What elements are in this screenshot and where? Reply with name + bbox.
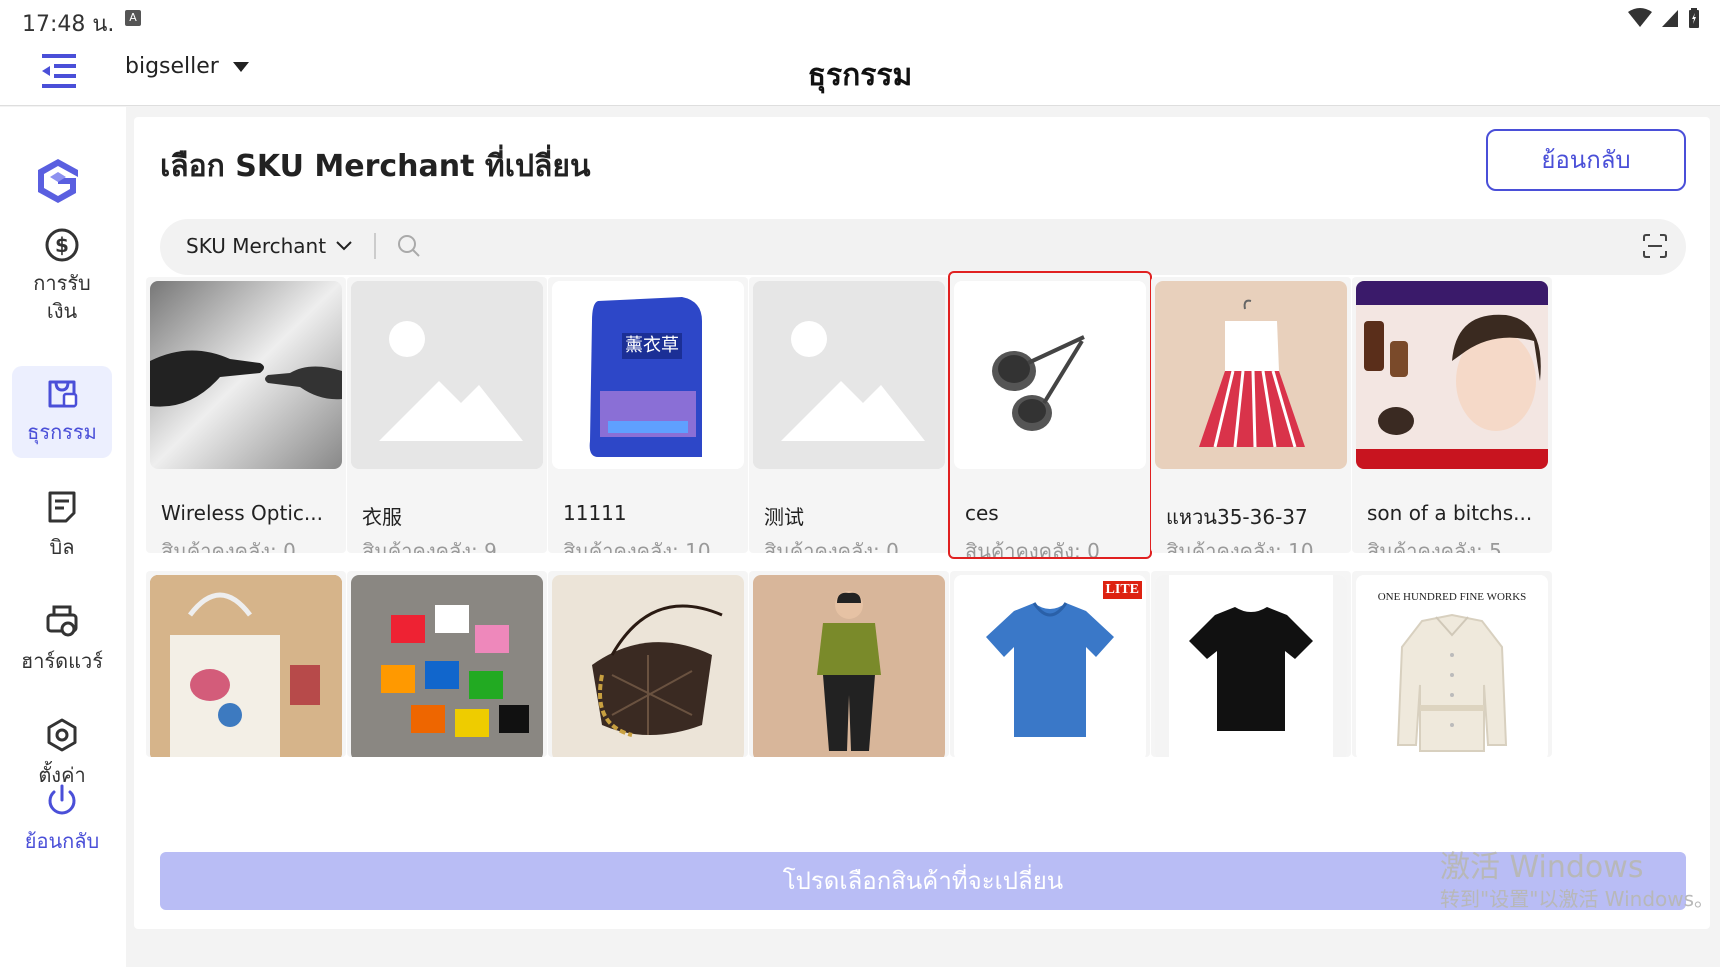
product-image-pans <box>954 281 1146 469</box>
sidebar-item-hardware[interactable]: ฮาร์ดแวร์ <box>12 603 112 689</box>
product-image-detergent: 薰衣草 <box>552 281 744 469</box>
product-stock: สินค้าคงคลัง: 5 <box>1367 539 1502 553</box>
product-card[interactable]: แหวน35-36-37 สินค้าคงคลัง: 10 <box>1151 277 1351 553</box>
sidebar-item-bills[interactable]: บิล <box>12 489 112 575</box>
product-image-tote-bag <box>150 575 342 757</box>
svg-text:$: $ <box>55 233 69 257</box>
product-card-highlighted[interactable]: ces สินค้าคงคลัง: 0 <box>948 271 1152 559</box>
main-card: เลือก SKU Merchant ที่เปลี่ยน ย้อนกลับ S… <box>134 117 1710 929</box>
product-image-cosmetics <box>1356 281 1548 469</box>
product-card[interactable] <box>749 571 949 757</box>
printer-icon <box>46 605 78 637</box>
filter-dropdown[interactable]: SKU Merchant <box>186 234 352 258</box>
product-image-dress <box>1155 281 1347 469</box>
sidebar-item-transactions[interactable]: ธุรกรรม <box>12 366 112 458</box>
product-card[interactable]: 测试 สินค้าคงคลัง: 0 <box>749 277 949 553</box>
product-image-mini-bags <box>351 575 543 757</box>
search-input[interactable] <box>430 231 1610 263</box>
watermark-subtitle: 转到"设置"以激活 Windows。 <box>1440 887 1715 911</box>
product-card[interactable]: ONE HUNDRED FINE WORKS <box>1352 571 1552 757</box>
product-image-blue-tshirt <box>954 575 1146 757</box>
shopping-bag-icon <box>48 380 78 408</box>
product-card[interactable]: 薰衣草 11111 สินค้าคงคลัง: 10 <box>548 277 748 553</box>
product-card[interactable]: Wireless Optic... สินค้าคงคลัง: 0 <box>146 277 346 553</box>
svg-text:薰衣草: 薰衣草 <box>625 335 679 356</box>
product-card[interactable]: 衣服 สินค้าคงคลัง: 9 <box>347 277 547 553</box>
image-placeholder-icon <box>351 281 543 469</box>
sidebar-item-label: การรับ เงิน <box>33 271 91 323</box>
sidebar: $ การรับ เงิน ธุรกรรม บิล ฮาร์ดแวร์ ตั้ง… <box>0 107 126 967</box>
dollar-circle-icon: $ <box>45 228 79 262</box>
product-name: 衣服 <box>362 505 402 529</box>
sidebar-item-back[interactable]: ย้อนกลับ <box>12 783 112 863</box>
sim-indicator-icon: A <box>125 10 141 26</box>
sidebar-item-settings[interactable]: ตั้งค่า <box>12 717 112 789</box>
image-placeholder-icon <box>753 281 945 469</box>
chevron-down-icon <box>336 241 352 251</box>
wifi-icon <box>1628 8 1652 27</box>
product-card[interactable] <box>1151 571 1351 757</box>
product-stock: สินค้าคงคลัง: 0 <box>965 539 1100 557</box>
lite-badge: LITE <box>1102 581 1142 599</box>
product-name: 测试 <box>764 505 804 529</box>
status-time: 17:48 น. <box>22 12 115 37</box>
product-stock: สินค้าคงคลัง: 0 <box>764 539 899 553</box>
product-image-olive-tee-model <box>753 575 945 757</box>
power-icon <box>48 784 76 815</box>
product-image-fingers <box>150 281 342 469</box>
product-card[interactable] <box>347 571 547 757</box>
product-image-shoulder-bag <box>552 575 744 757</box>
bigseller-logo-icon <box>38 159 78 203</box>
sidebar-item-label: ย้อนกลับ <box>24 829 100 853</box>
system-icons <box>1628 8 1700 28</box>
product-name: แหวน35-36-37 <box>1166 505 1308 529</box>
product-stock: สินค้าคงคลัง: 0 <box>161 539 296 553</box>
product-card[interactable]: son of a bitchs... สินค้าคงคลัง: 5 <box>1352 277 1552 553</box>
product-card[interactable]: LITE <box>950 571 1150 757</box>
receipt-icon <box>48 491 76 523</box>
product-name: ces <box>965 501 999 525</box>
product-stock: สินค้าคงคลัง: 9 <box>362 539 497 553</box>
divider <box>374 233 376 259</box>
product-card[interactable] <box>548 571 748 757</box>
sidebar-item-label: บิล <box>49 535 75 559</box>
product-name: 11111 <box>563 501 627 525</box>
search-bar: SKU Merchant <box>160 219 1686 275</box>
product-stock: สินค้าคงคลัง: 10 <box>563 539 711 553</box>
product-name: Wireless Optic... <box>161 501 323 525</box>
app-root: 17:48 น. A bigseller ธุรกรรม $ การรับ เง… <box>0 0 1720 967</box>
hexagon-gear-icon <box>47 718 77 752</box>
back-button[interactable]: ย้อนกลับ <box>1486 129 1686 191</box>
product-stock: สินค้าคงคลัง: 10 <box>1166 539 1314 553</box>
battery-icon <box>1689 8 1699 28</box>
sidebar-item-label: ธุรกรรม <box>27 420 97 444</box>
sidebar-item-label: ฮาร์ดแวร์ <box>20 649 104 673</box>
page-title: ธุรกรรม <box>807 58 913 93</box>
search-icon <box>398 235 420 257</box>
windows-activation-watermark: 激活 Windows 转到"设置"以激活 Windows。 <box>1440 850 1714 912</box>
app-bar: bigseller ธุรกรรม <box>0 40 1720 106</box>
signal-icon <box>1662 10 1678 27</box>
status-bar: 17:48 น. A <box>0 0 1720 40</box>
product-card[interactable] <box>146 571 346 757</box>
section-heading: เลือก SKU Merchant ที่เปลี่ยน <box>160 149 591 184</box>
product-name: son of a bitchs... <box>1367 501 1533 525</box>
filter-label: SKU Merchant <box>186 234 327 258</box>
scan-icon[interactable] <box>1642 233 1668 259</box>
brand-caption: ONE HUNDRED FINE WORKS <box>1377 591 1527 603</box>
watermark-title: 激活 Windows <box>1440 850 1644 885</box>
product-image-black-tshirt <box>1155 575 1347 757</box>
sidebar-item-payment[interactable]: $ การรับ เงิน <box>12 227 112 337</box>
